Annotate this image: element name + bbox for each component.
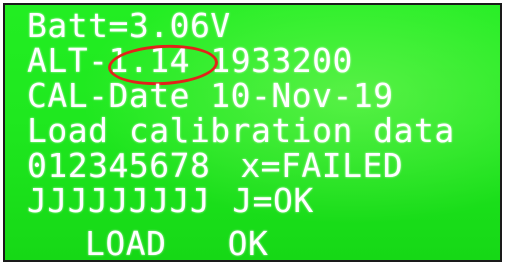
channel-status-digits-line: 012345678 x=FAILED bbox=[27, 149, 403, 182]
load-calibration-message: Load calibration data bbox=[27, 111, 455, 150]
channel-digits: 012345678 bbox=[27, 146, 211, 185]
channel-status-checks-line: JJJJJJJJJ J=OK bbox=[27, 184, 314, 217]
calibration-date: CAL-Date 10-Nov-19 bbox=[27, 76, 394, 115]
altitude-label: ALT- bbox=[27, 41, 109, 80]
load-softkey[interactable]: LOAD bbox=[85, 224, 166, 260]
softkey-row: LOAD OK bbox=[85, 227, 268, 260]
ok-legend: J=OK bbox=[232, 181, 314, 220]
battery-voltage: Batt=3.06V bbox=[27, 6, 231, 45]
ok-softkey[interactable]: OK bbox=[228, 224, 269, 260]
failed-legend: x=FAILED bbox=[240, 146, 404, 185]
lcd-screen: Batt=3.06V ALT-1.14 1933200 CAL-Date 10-… bbox=[3, 3, 502, 262]
channel-checkmarks: JJJJJJJJJ bbox=[27, 181, 211, 220]
serial-number: 1933200 bbox=[210, 41, 353, 80]
